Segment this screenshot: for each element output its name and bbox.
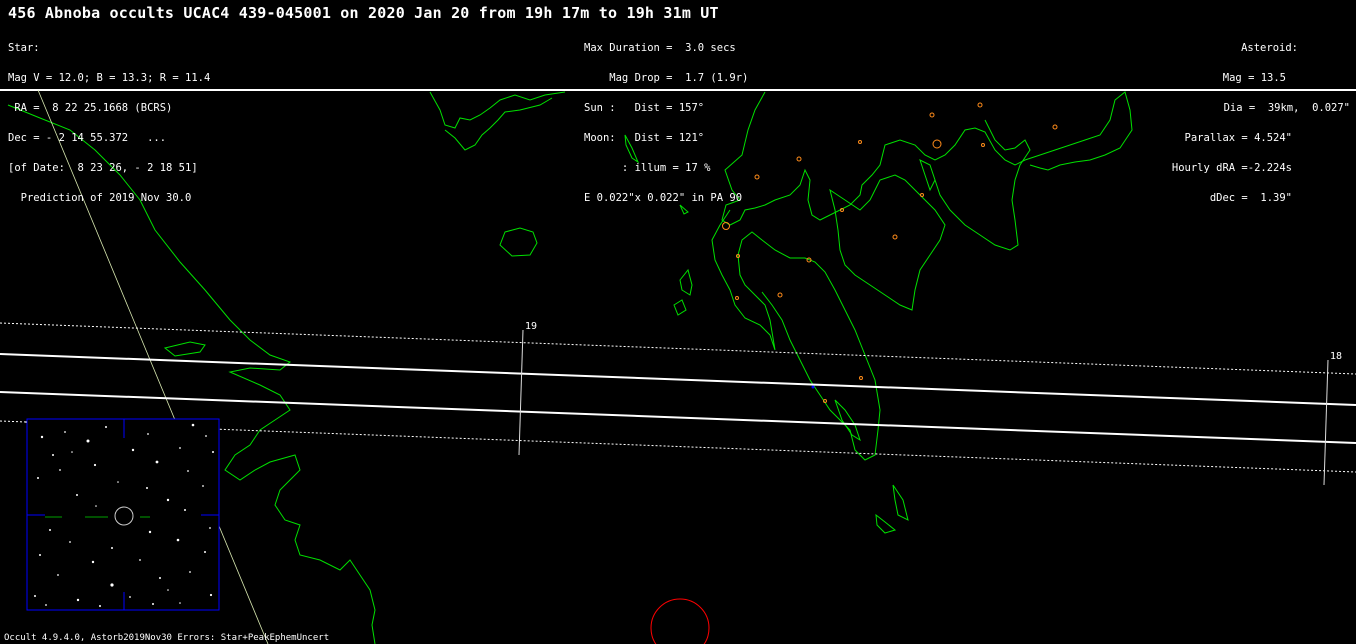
star-info-line: Prediction of 2019 Nov 30.0	[8, 192, 192, 204]
finder-chart	[25, 418, 220, 611]
finder-frame	[26, 418, 220, 611]
event-info: Max Duration = 3.0 secs Mag Drop = 1.7 (…	[584, 23, 748, 213]
asteroid-info-line: Asteroid:	[1241, 42, 1298, 54]
asteroid-info-line: Parallax = 4.524"	[1184, 132, 1292, 144]
star-info: Star: Mag V = 12.0; B = 13.3; R = 11.4 R…	[8, 23, 210, 213]
target-point	[811, 385, 815, 389]
site-marker	[929, 112, 935, 118]
site-marker	[777, 292, 783, 298]
star-info-line: [of Date: 8 23 26, - 2 18 51]	[8, 162, 198, 174]
event-info-line: Sun : Dist = 157°	[584, 102, 705, 114]
path-limit-north	[0, 353, 1356, 406]
event-info-line: Mag Drop = 1.7 (1.9r)	[584, 72, 749, 84]
site-marker	[859, 376, 863, 380]
hour-label-19: 19	[525, 321, 537, 332]
observer-sites	[722, 102, 1058, 403]
star-info-line: Dec = - 2 14 55.372 ...	[8, 132, 167, 144]
site-marker	[932, 139, 942, 149]
asteroid-info-line: dDec = 1.39"	[1209, 192, 1292, 204]
site-marker	[981, 143, 985, 147]
event-info-line: E 0.022"x 0.022" in PA 90	[584, 192, 743, 204]
site-marker	[735, 296, 739, 300]
hour-markers	[518, 329, 1329, 486]
uncertainty-limit-north	[0, 322, 1356, 375]
site-marker	[722, 222, 730, 230]
site-marker	[1052, 124, 1058, 130]
asteroid-info-line: Hourly dRA =-2.224s	[1171, 162, 1292, 174]
event-info-line: Moon: Dist = 121°	[584, 132, 705, 144]
hour-tick-19	[518, 329, 524, 456]
hour-label-18: 18	[1330, 351, 1342, 362]
footer-version: Occult 4.9.4.0, Astorb2019Nov30 Errors: …	[4, 633, 330, 643]
site-marker	[977, 102, 983, 108]
site-marker	[754, 174, 760, 180]
site-marker	[920, 193, 924, 197]
asteroid-info: Asteroid: Mag = 13.5 Dia = 39km, 0.027" …	[1172, 23, 1350, 213]
star-info-line: Mag V = 12.0; B = 13.3; R = 11.4	[8, 72, 211, 84]
hour-tick-18	[1323, 359, 1329, 486]
site-marker	[796, 156, 802, 162]
event-info-line: : illum = 17 %	[584, 162, 711, 174]
star-info-line: Star:	[8, 42, 40, 54]
asteroid-info-line: Dia = 39km, 0.027"	[1223, 102, 1350, 114]
site-marker	[823, 399, 827, 403]
asteroid-info-line: Mag = 13.5	[1222, 72, 1286, 84]
site-marker	[892, 234, 898, 240]
site-marker	[840, 208, 844, 212]
moon-circle	[650, 598, 710, 644]
site-marker	[858, 140, 862, 144]
event-info-line: Max Duration = 3.0 secs	[584, 42, 736, 54]
star-info-line: RA = 8 22 25.1668 (BCRS)	[8, 102, 173, 114]
page-title: 456 Abnoba occults UCAC4 439-045001 on 2…	[8, 4, 719, 22]
